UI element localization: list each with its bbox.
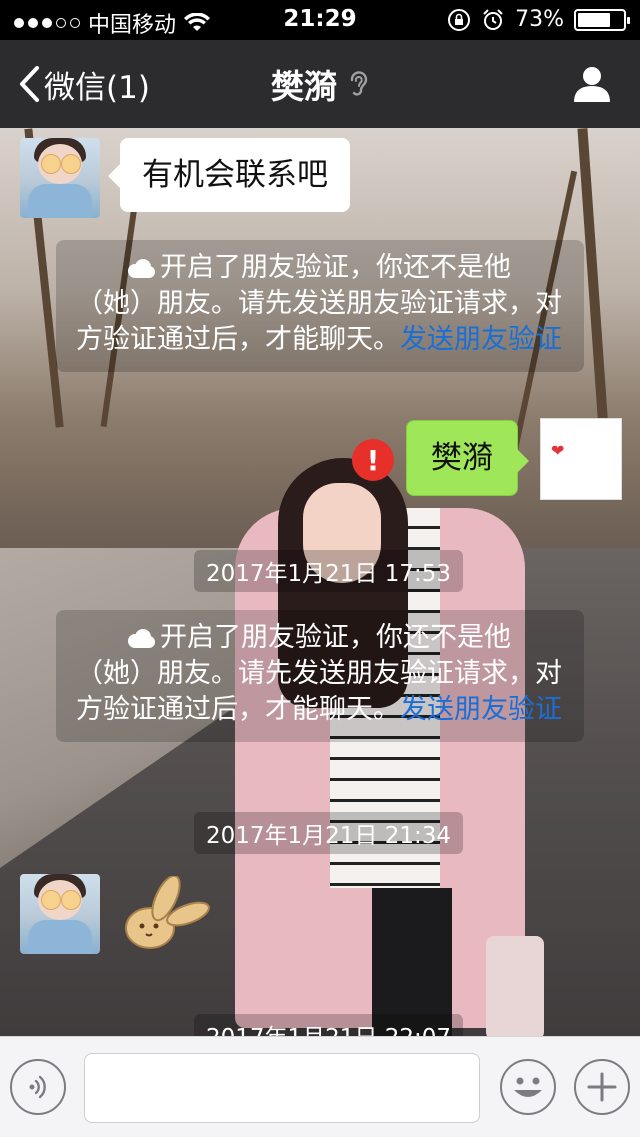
timestamp: 2017年1月21日 21:34: [194, 812, 464, 854]
chat-area[interactable]: 有机会联系吧 开启了朋友验证，你还不是他（她）朋友。请先发送朋友验证请求，对方验…: [0, 128, 640, 1036]
contact-avatar[interactable]: [20, 874, 100, 954]
sent-message-bubble[interactable]: 樊漪: [406, 420, 529, 496]
message-text: 有机会联系吧: [142, 157, 328, 193]
system-notice: 开启了朋友验证，你还不是他（她）朋友。请先发送朋友验证请求，对方验证通过后，才能…: [56, 240, 584, 372]
add-icon: [587, 1072, 617, 1102]
my-avatar[interactable]: ❤: [540, 418, 622, 500]
status-right: 73%: [447, 7, 630, 32]
alarm-icon: [483, 8, 503, 30]
emoji-icon: [514, 1077, 542, 1097]
contact-avatar[interactable]: [20, 138, 100, 218]
voice-button[interactable]: [10, 1059, 66, 1115]
battery-icon: [574, 8, 630, 31]
emoji-button[interactable]: [500, 1059, 556, 1115]
send-failed-icon[interactable]: !: [352, 439, 394, 481]
nav-bar: 微信(1) 樊漪: [0, 40, 640, 128]
battery-fill: [578, 12, 611, 27]
bunny-sticker[interactable]: [120, 876, 210, 956]
message-text: 樊漪: [431, 440, 493, 476]
profile-icon[interactable]: [572, 64, 612, 104]
timestamp: 2017年1月21日 22:07: [194, 1014, 464, 1036]
heart-icon: ❤: [551, 441, 565, 460]
message-input[interactable]: [84, 1053, 480, 1123]
battery-percent: 73%: [515, 7, 564, 32]
received-message-bubble[interactable]: 有机会联系吧: [108, 138, 350, 212]
voice-icon: [29, 1075, 46, 1099]
input-bar: [0, 1036, 640, 1137]
rotation-lock-icon: [448, 8, 471, 31]
status-bar: 中国移动 21:29 73%: [0, 0, 640, 40]
chat-title: 樊漪: [271, 67, 337, 106]
timestamp: 2017年1月21日 17:53: [194, 550, 464, 592]
ear-icon: [350, 71, 368, 96]
cloud-icon: [128, 628, 155, 648]
system-notice: 开启了朋友验证，你还不是他（她）朋友。请先发送朋友验证请求，对方验证通过后，才能…: [56, 610, 584, 742]
cloud-icon: [128, 258, 155, 278]
send-verification-link[interactable]: 发送朋友验证: [400, 694, 562, 725]
send-verification-link[interactable]: 发送朋友验证: [400, 324, 562, 355]
add-button[interactable]: [574, 1059, 630, 1115]
page-title: 樊漪: [0, 40, 640, 128]
